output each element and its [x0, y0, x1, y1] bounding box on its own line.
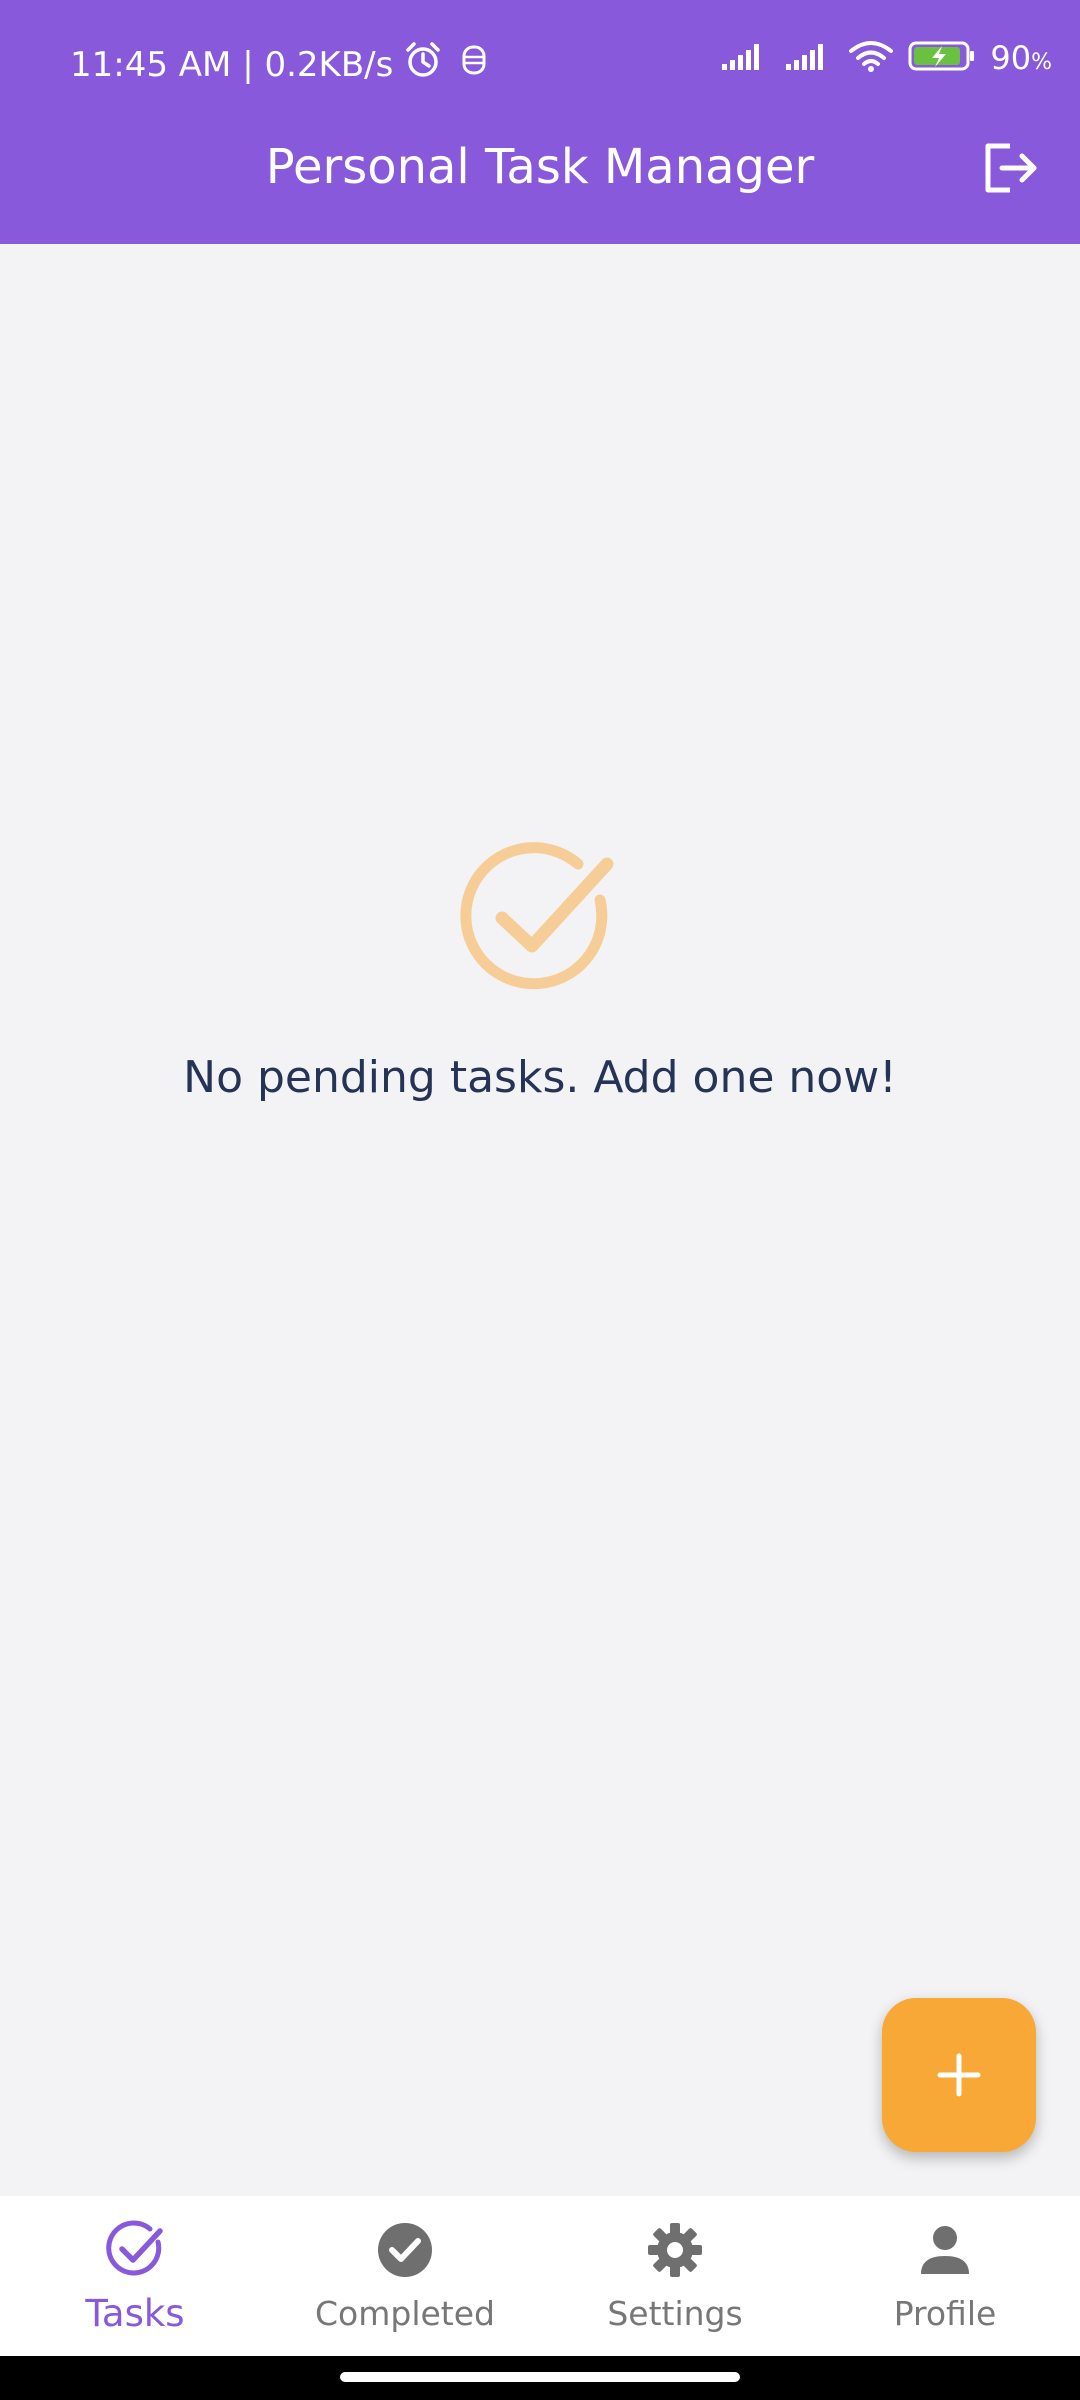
person-icon: [915, 2220, 975, 2280]
signal-icon: [720, 40, 770, 80]
nav-label-tasks: Tasks: [85, 2292, 185, 2335]
plus-icon: [937, 2053, 981, 2097]
gear-icon: [645, 2220, 705, 2280]
task-list-area: [0, 244, 1080, 2196]
status-time-speed: 11:45 AM | 0.2KB/s: [70, 44, 394, 85]
check-circle-filled-icon: [375, 2220, 435, 2280]
nav-item-settings[interactable]: Settings: [540, 2196, 810, 2356]
empty-state-message: No pending tasks. Add one now!: [183, 1052, 897, 1103]
check-circle-icon: [460, 840, 620, 1000]
nav-label-profile: Profile: [893, 2294, 997, 2333]
nav-item-profile[interactable]: Profile: [810, 2196, 1080, 2356]
system-gesture-bar: [0, 2356, 1080, 2400]
top-app-bar: 11:45 AM | 0.2KB/s 90% Personal Task Man…: [0, 0, 1080, 244]
status-left: 11:45 AM | 0.2KB/s: [70, 40, 489, 89]
battery-level: 90%: [990, 38, 1052, 77]
nav-item-completed[interactable]: Completed: [270, 2196, 540, 2356]
alarm-icon: [403, 40, 443, 89]
home-indicator[interactable]: [340, 2372, 740, 2382]
nav-label-settings: Settings: [607, 2294, 743, 2333]
bottom-navigation: Tasks Completed Settings Profile: [0, 2196, 1080, 2356]
wifi-icon: [848, 39, 894, 81]
app-screen: 11:45 AM | 0.2KB/s 90% Personal Task Man…: [0, 0, 1080, 2400]
logout-button[interactable]: [976, 134, 1044, 202]
check-circle-outline-icon: [105, 2220, 165, 2280]
nav-item-tasks[interactable]: Tasks: [0, 2196, 270, 2356]
app-notification-icon: [459, 43, 489, 86]
logout-icon: [985, 143, 1037, 193]
status-right: 90%: [720, 38, 1052, 81]
add-task-button[interactable]: [882, 1998, 1036, 2152]
signal-icon-2: [784, 40, 834, 80]
page-title: Personal Task Manager: [265, 139, 815, 195]
nav-label-completed: Completed: [315, 2294, 495, 2333]
status-bar: 11:45 AM | 0.2KB/s 90%: [0, 28, 1080, 92]
battery-icon: [908, 40, 976, 80]
